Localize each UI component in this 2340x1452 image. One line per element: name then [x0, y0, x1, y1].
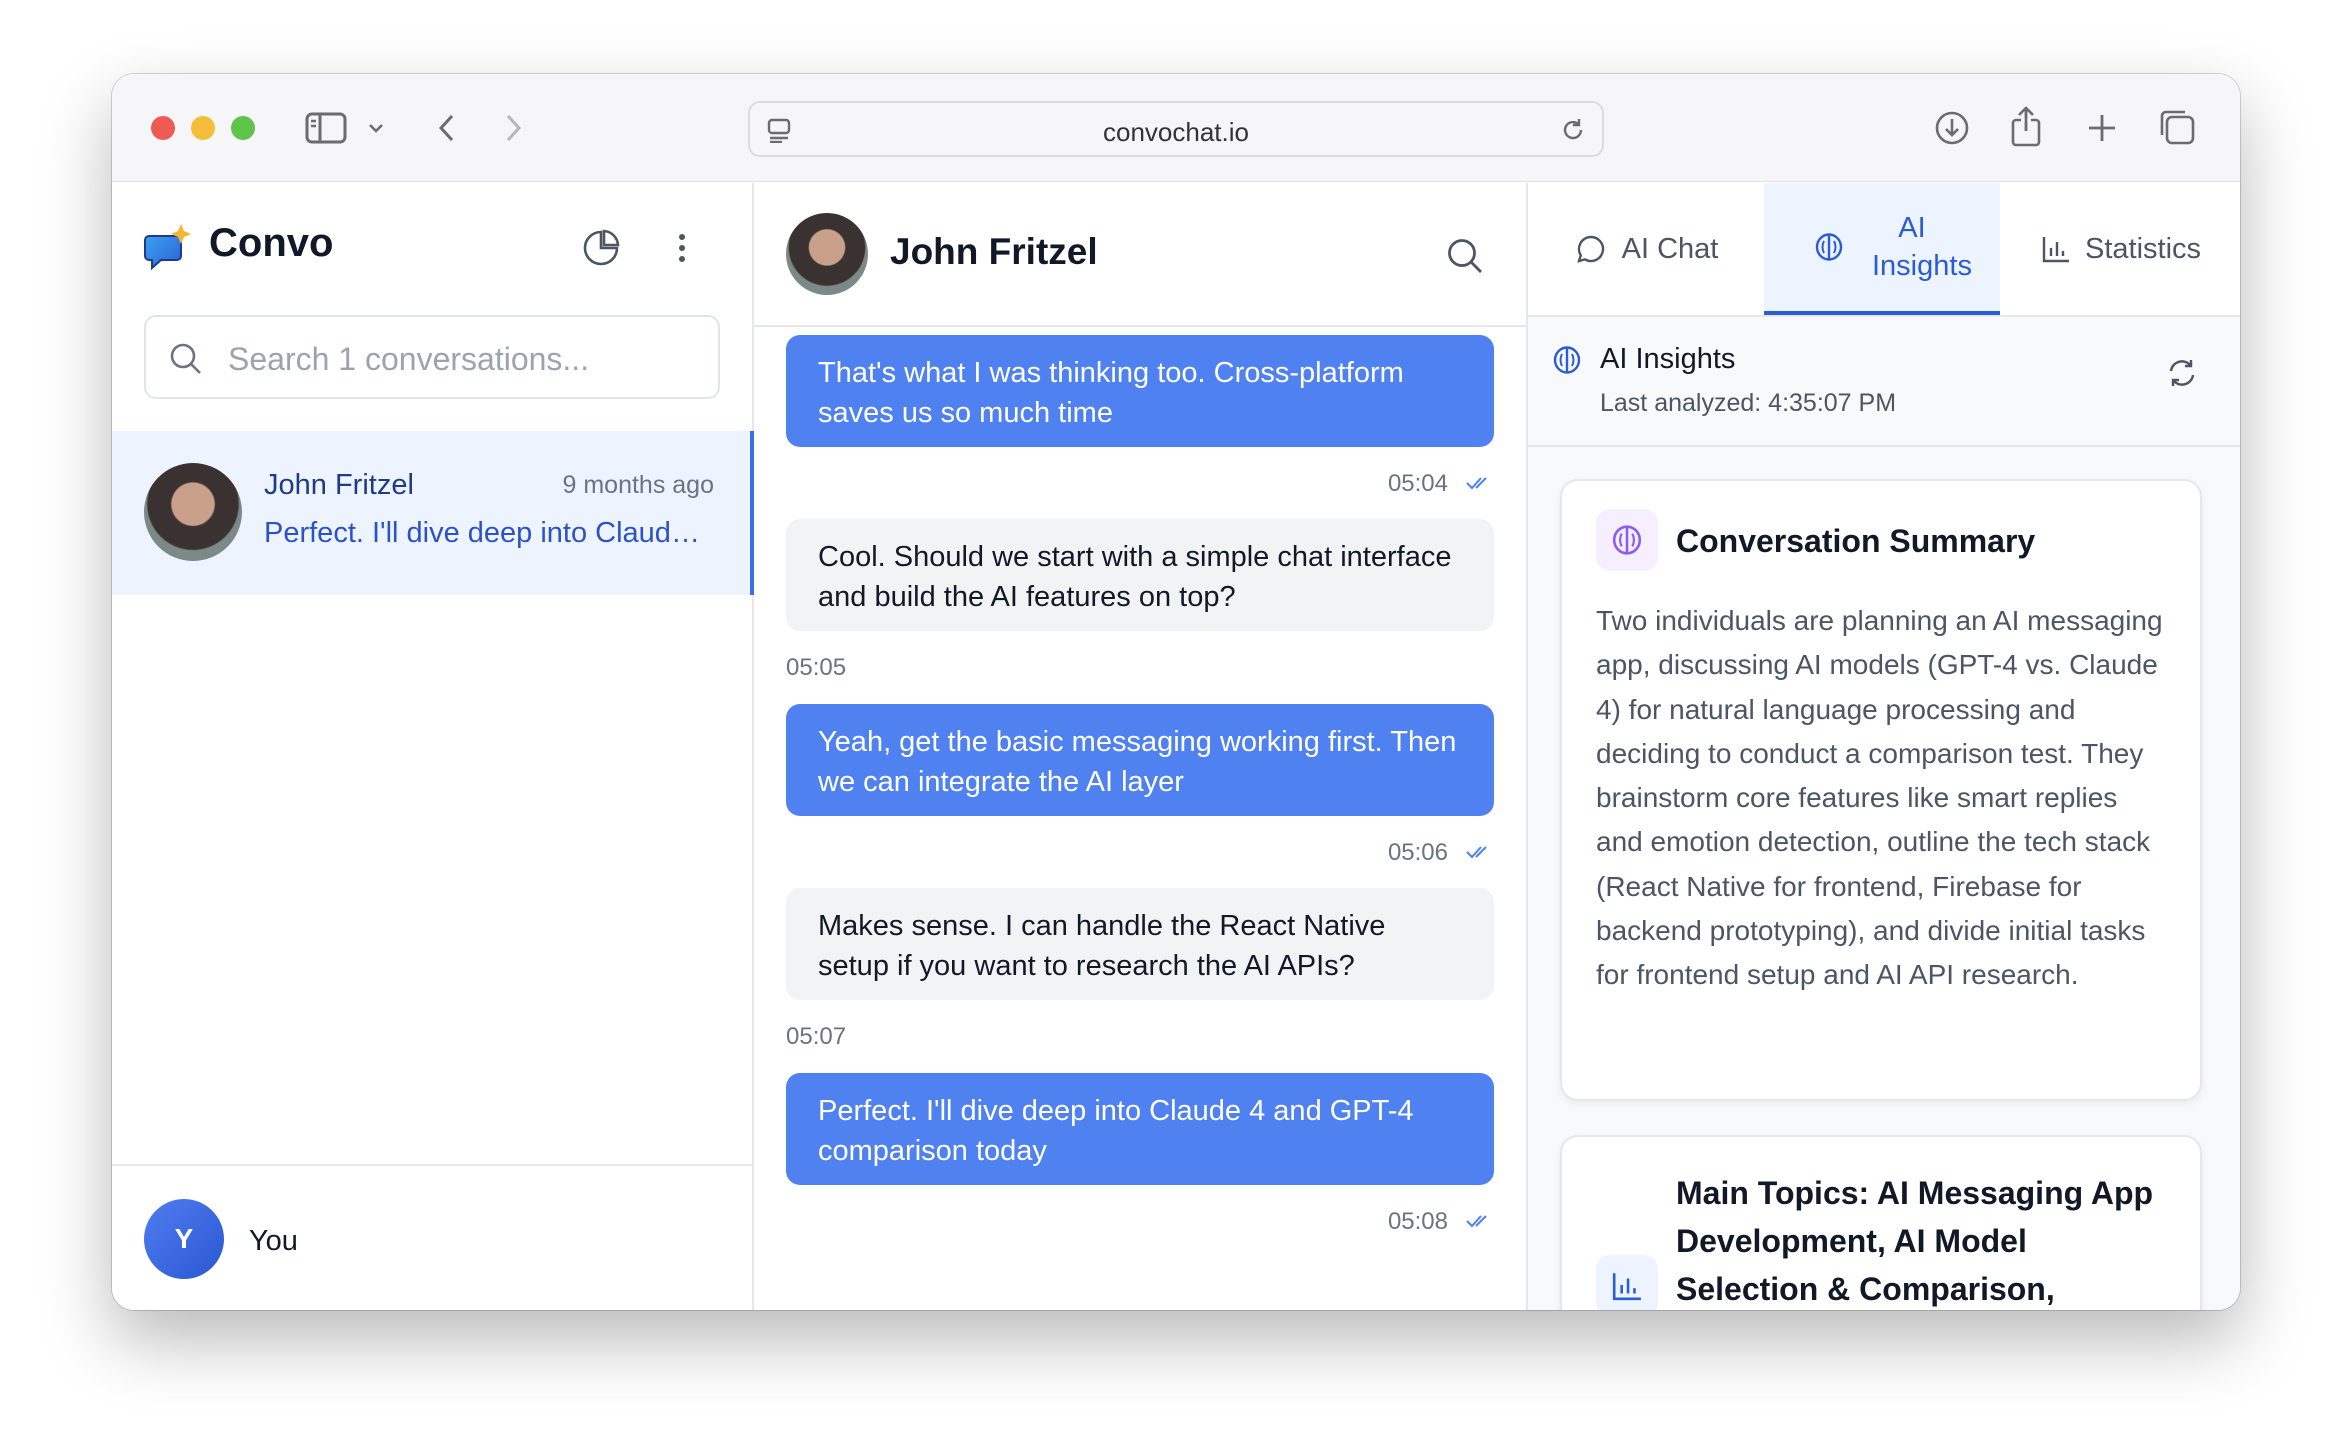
- chat-header: John Fritzel: [754, 183, 1526, 327]
- message-bubble-sent: That's what I was thinking too. Cross-pl…: [786, 335, 1494, 447]
- chat-contact-avatar: [786, 213, 868, 295]
- last-analyzed-text: Last analyzed: 4:35:07 PM: [1600, 389, 1897, 417]
- message-time: 05:04: [1387, 470, 1448, 497]
- summary-body: Two individuals are planning an AI messa…: [1596, 605, 2163, 991]
- tab-ai-insights[interactable]: AI Insights: [1764, 183, 2000, 315]
- browser-window: convochat.io Convo Search 1 conversation…: [112, 74, 2240, 1310]
- analytics-pie-icon[interactable]: [580, 227, 622, 269]
- reload-icon[interactable]: [1558, 115, 1588, 145]
- minimize-window-button[interactable]: [191, 116, 215, 140]
- tab-statistics[interactable]: Statistics: [2000, 183, 2240, 315]
- message-bubble-sent: Perfect. I'll dive deep into Claude 4 an…: [786, 1073, 1494, 1185]
- current-user-bar[interactable]: Y You: [112, 1164, 752, 1310]
- convo-logo-icon: [142, 221, 194, 273]
- main-topics-title: Main Topics: AI Messaging App Developmen…: [1676, 1175, 2154, 1307]
- chat-search-icon[interactable]: [1444, 235, 1486, 277]
- message-time: 05:05: [786, 654, 847, 681]
- insights-header: AI Insights Last analyzed: 4:35:07 PM: [1528, 317, 2240, 447]
- tab-label: AI Insights: [1872, 212, 1972, 282]
- summary-title: Conversation Summary: [1676, 523, 2036, 559]
- sidebar-toggle-icon[interactable]: [304, 110, 348, 146]
- message-time: 05:06: [1387, 839, 1448, 866]
- message-list: That's what I was thinking too. Cross-pl…: [754, 329, 1526, 1310]
- user-avatar: Y: [144, 1199, 224, 1279]
- conversation-name: John Fritzel: [264, 469, 414, 501]
- forward-arrow-icon[interactable]: [502, 110, 526, 146]
- conversation-preview: Perfect. I'll dive deep into Claude 4 an…: [264, 517, 714, 549]
- conversation-summary-card: Conversation Summary Two individuals are…: [1560, 479, 2202, 1101]
- insights-header-title: AI Insights: [1600, 343, 1736, 375]
- conversation-sidebar: Convo Search 1 conversations... John Fri…: [112, 183, 754, 1310]
- back-arrow-icon[interactable]: [434, 110, 458, 146]
- user-name: You: [249, 1225, 298, 1257]
- brain-icon: [1596, 509, 1658, 571]
- contact-avatar: [144, 463, 242, 561]
- message-time: 05:07: [786, 1023, 847, 1050]
- conversation-time: 9 months ago: [562, 471, 715, 499]
- insights-tabs: AI Chat AI Insights Statistics: [1528, 183, 2240, 317]
- read-receipt-icon: [1466, 1211, 1494, 1231]
- bar-chart-icon: [1596, 1255, 1658, 1310]
- conversation-search-input[interactable]: Search 1 conversations...: [144, 315, 720, 399]
- address-bar[interactable]: convochat.io: [748, 101, 1604, 157]
- chat-bubble-icon: [1574, 232, 1608, 266]
- chat-contact-name: John Fritzel: [890, 231, 1098, 272]
- search-icon: [168, 341, 204, 377]
- chat-pane: John Fritzel That's what I was thinking …: [754, 183, 1528, 1310]
- download-icon[interactable]: [1932, 108, 1972, 148]
- message-bubble-received: Cool. Should we start with a simple chat…: [786, 519, 1494, 631]
- close-window-button[interactable]: [151, 116, 175, 140]
- read-receipt-icon: [1466, 473, 1494, 493]
- tab-ai-chat[interactable]: AI Chat: [1528, 183, 1764, 315]
- message-time: 05:08: [1387, 1208, 1448, 1235]
- main-topics-card: Main Topics: AI Messaging App Developmen…: [1560, 1135, 2202, 1310]
- ai-insights-panel: AI Chat AI Insights Statistics AI Insigh…: [1528, 183, 2240, 1310]
- search-placeholder: Search 1 conversations...: [228, 341, 590, 377]
- bar-chart-icon: [2039, 232, 2073, 266]
- zoom-window-button[interactable]: [231, 116, 255, 140]
- app-name: Convo: [209, 221, 334, 265]
- new-tab-icon[interactable]: [2082, 108, 2122, 148]
- url-text: convochat.io: [1103, 117, 1249, 147]
- tab-overview-icon[interactable]: [2156, 106, 2198, 148]
- message-bubble-received: Makes sense. I can handle the React Nati…: [786, 888, 1494, 1000]
- refresh-icon[interactable]: [2164, 355, 2200, 391]
- browser-toolbar: convochat.io: [112, 74, 2240, 182]
- brain-icon: [1550, 343, 1584, 377]
- app-content: Convo Search 1 conversations... John Fri…: [112, 183, 2240, 1310]
- read-receipt-icon: [1466, 842, 1494, 862]
- conversation-list-item[interactable]: John Fritzel 9 months ago Perfect. I'll …: [112, 431, 754, 595]
- chevron-down-icon[interactable]: [366, 118, 386, 138]
- tab-label: Statistics: [2084, 232, 2202, 265]
- message-bubble-sent: Yeah, get the basic messaging working fi…: [786, 704, 1494, 816]
- share-icon[interactable]: [2006, 104, 2046, 148]
- tab-label: AI Chat: [1621, 232, 1719, 265]
- brain-icon: [1812, 230, 1846, 264]
- more-options-icon[interactable]: [672, 227, 692, 269]
